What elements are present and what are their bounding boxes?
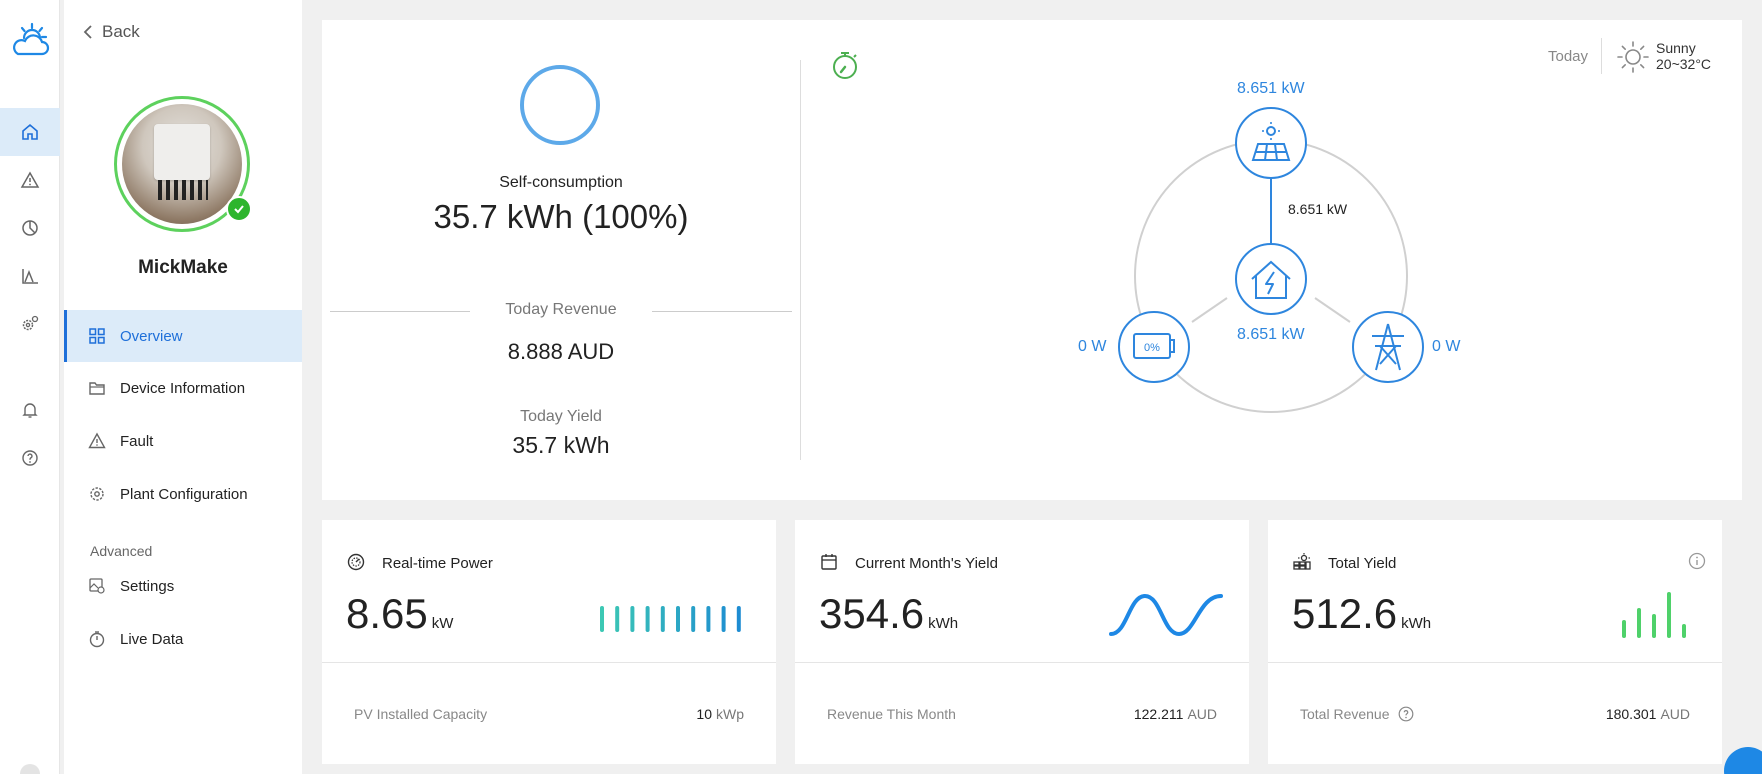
battery-power-value: 0 W	[1078, 338, 1107, 355]
nav-item-fault[interactable]: Fault	[64, 415, 302, 467]
footer-unit: AUD	[1660, 706, 1690, 722]
nav-item-label: Device Information	[120, 379, 246, 397]
rail-home-button[interactable]	[0, 108, 60, 156]
footer-unit: kWp	[716, 706, 744, 722]
unit: kWh	[928, 615, 959, 632]
footer-label-text: Revenue This Month	[827, 706, 956, 722]
rail-settings-button[interactable]	[0, 300, 60, 348]
gear-icon	[90, 487, 104, 501]
realtime-power-card: Real-time Power 8.65 kW PV Installed Capa…	[322, 520, 776, 764]
footer-value: 122.211 AUD	[1134, 706, 1217, 722]
rail-help-button[interactable]	[0, 434, 60, 482]
pv-power-value: 8.651 kW	[1237, 80, 1305, 97]
big-number: 512.6	[1292, 590, 1398, 637]
pv-node[interactable]	[1235, 107, 1307, 179]
plant-name: MickMake	[138, 257, 228, 278]
grid-node[interactable]	[1352, 311, 1424, 383]
total-yield-bars-graphic	[1622, 592, 1686, 638]
month-yield-wave-graphic	[1109, 593, 1223, 637]
battery-soc: 0%	[1144, 342, 1160, 354]
back-button[interactable]: Back	[82, 22, 140, 42]
footer-label-text: PV Installed Capacity	[354, 706, 488, 722]
chevron-left-icon	[83, 25, 92, 39]
footer-label: Revenue This Month	[827, 706, 956, 722]
rail-report-button[interactable]	[0, 252, 60, 300]
unit: kWh	[1401, 615, 1432, 632]
nav-item-live-data[interactable]: Live Data	[64, 613, 302, 665]
gears-icon	[22, 315, 39, 331]
nav-item-label: Fault	[120, 432, 154, 450]
nav-item-settings[interactable]: Settings	[64, 560, 302, 612]
rail-scroll-indicator	[20, 764, 40, 774]
pie-chart-icon	[22, 220, 38, 236]
calendar-icon	[821, 554, 837, 570]
footer-label: Total Revenue	[1300, 706, 1414, 722]
battery-node[interactable]: 0%	[1118, 311, 1190, 383]
nav-item-label: Overview	[120, 327, 183, 345]
footer-number: 10	[696, 706, 712, 722]
warning-icon	[88, 432, 106, 449]
divider	[322, 662, 776, 663]
rail-stats-button[interactable]	[0, 204, 60, 252]
nav-item-overview[interactable]: Overview	[64, 310, 302, 362]
big-number: 8.65	[346, 590, 428, 637]
grid-icon	[89, 328, 105, 344]
month-yield-value: 354.6 kWh	[819, 590, 958, 638]
status-ok-icon	[226, 196, 252, 222]
area-chart-icon	[22, 269, 38, 284]
timer-icon	[89, 631, 105, 648]
solar-cluster-icon	[1293, 553, 1311, 570]
nav-item-label: Settings	[120, 577, 175, 595]
grid-power-value: 0 W	[1432, 338, 1461, 355]
card-title: Current Month's Yield	[855, 555, 998, 572]
month-yield-card: Current Month's Yield 354.6 kWh Revenue T…	[795, 520, 1249, 764]
card-title: Real-time Power	[382, 555, 493, 572]
nav-section-advanced: Advanced	[90, 543, 153, 559]
home-node[interactable]	[1235, 243, 1307, 315]
nav-item-device-information[interactable]: Device Information	[64, 362, 302, 414]
help-circle-icon[interactable]	[1398, 706, 1414, 722]
unit: kW	[431, 615, 454, 632]
rail-alarm-button[interactable]	[0, 156, 60, 204]
footer-label-text: Total Revenue	[1300, 706, 1390, 722]
footer-label: PV Installed Capacity	[354, 706, 487, 722]
back-label: Back	[102, 22, 140, 41]
folder-icon	[89, 382, 105, 395]
help-icon	[22, 450, 38, 466]
nav-item-label: Plant Configuration	[120, 485, 248, 503]
divider	[1268, 662, 1722, 663]
home-power-value: 8.651 kW	[1237, 326, 1305, 343]
footer-unit: AUD	[1187, 706, 1217, 722]
footer-value: 180.301 AUD	[1606, 706, 1690, 722]
bell-icon	[22, 403, 38, 418]
footer-number: 180.301	[1605, 706, 1657, 722]
realtime-power-value: 8.65 kW	[346, 590, 453, 638]
power-bars-graphic	[600, 606, 741, 632]
card-title: Total Yield	[1328, 555, 1397, 572]
info-icon[interactable]	[1688, 552, 1706, 570]
overview-card: Self-consumption 35.7 kWh (100%) Today R…	[322, 20, 1742, 500]
side-navigation: Back MickMake Overview Device Informatio…	[64, 0, 302, 774]
pv-to-home-value: 8.651 kW	[1288, 201, 1348, 217]
cloud-sun-logo[interactable]	[10, 22, 50, 58]
plant-photo	[122, 104, 242, 224]
nav-item-plant-configuration[interactable]: Plant Configuration	[64, 468, 302, 520]
footer-value: 10 kWp	[696, 706, 744, 722]
alert-icon	[20, 171, 40, 188]
settings-image-icon	[89, 578, 105, 594]
home-icon	[22, 123, 38, 140]
feedback-fab-button[interactable]	[1724, 747, 1762, 774]
nav-item-label: Live Data	[120, 630, 184, 648]
total-yield-card: Total Yield 512.6 kWh Total Revenue 180.3…	[1268, 520, 1722, 764]
energy-flow-diagram: 0%	[1118, 107, 1424, 413]
icon-rail	[0, 0, 60, 774]
footer-number: 122.211	[1133, 706, 1184, 722]
big-number: 354.6	[819, 590, 925, 637]
total-yield-value: 512.6 kWh	[1292, 590, 1431, 638]
rail-notifications-button[interactable]	[0, 386, 60, 434]
gauge-icon	[347, 553, 365, 571]
divider	[795, 662, 1249, 663]
